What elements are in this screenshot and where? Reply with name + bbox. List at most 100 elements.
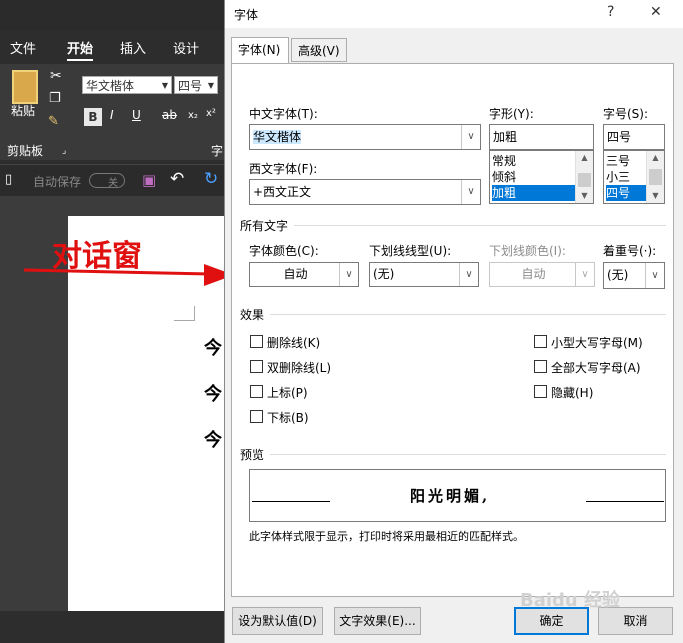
effects-label: 效果	[240, 308, 265, 322]
west-font-combo[interactable]: +西文正文 ∨	[249, 179, 481, 205]
new-document-icon[interactable]: ▯	[5, 172, 12, 187]
chevron-down-icon: ▼	[207, 81, 214, 90]
dialog-launcher-icon[interactable]: ⌟	[62, 146, 66, 156]
save-icon[interactable]: ▣	[142, 171, 156, 189]
cn-font-combo[interactable]: 华文楷体 ∨	[249, 124, 481, 150]
size-input[interactable]: 四号	[603, 124, 665, 150]
tab-font[interactable]: 字体(N)	[231, 37, 289, 63]
underline-color-value: 自动	[521, 267, 546, 281]
format-painter-icon[interactable]: ✎	[48, 114, 59, 129]
style-option-selected[interactable]: 加粗	[492, 185, 575, 201]
underline-color-combo[interactable]: 自动 ∨	[489, 262, 595, 287]
cn-font-label: 中文字体(T):	[249, 107, 318, 121]
paste-icon[interactable]	[12, 70, 38, 104]
chevron-down-icon: ∨	[459, 263, 478, 286]
text-effects-button[interactable]: 文字效果(E)...	[334, 607, 421, 635]
preview-baseline-left	[252, 501, 330, 502]
emphasis-combo[interactable]: (无) ∨	[603, 262, 665, 289]
ribbon: 粘贴 ✂ ❐ ✎ 剪贴板 ⌟ 华文楷体 ▼ 四号 ▼ B I U ab x₂ x…	[0, 64, 224, 160]
all-caps-checkbox[interactable]	[534, 360, 547, 373]
font-name-box[interactable]: 华文楷体 ▼	[82, 76, 172, 94]
doc-line: 今	[204, 338, 222, 359]
size-option[interactable]: 小三	[606, 169, 630, 185]
autosave-toggle[interactable]: 关	[89, 173, 125, 189]
style-value: 加粗	[493, 130, 518, 144]
hidden-label[interactable]: 隐藏(H)	[551, 384, 593, 401]
scroll-down-icon[interactable]: ▼	[647, 189, 664, 203]
size-label: 字号(S):	[603, 107, 649, 121]
underline-button[interactable]: U	[132, 108, 141, 122]
strikethrough-button[interactable]: ab	[162, 108, 177, 122]
emphasis-label: 着重号(·):	[603, 244, 657, 258]
strikethrough-label[interactable]: 删除线(K)	[267, 334, 320, 351]
style-option[interactable]: 倾斜	[492, 169, 516, 185]
underline-color-label: 下划线颜色(I):	[489, 244, 566, 258]
subscript-checkbox[interactable]	[250, 410, 263, 423]
font-size-value: 四号	[178, 79, 203, 93]
size-option[interactable]: 三号	[606, 153, 630, 169]
scroll-thumb[interactable]	[649, 169, 662, 185]
menu-insert[interactable]: 插入	[120, 38, 146, 57]
underline-style-combo[interactable]: (无) ∨	[369, 262, 479, 287]
double-strikethrough-label[interactable]: 双删除线(L)	[267, 359, 331, 376]
undo-icon[interactable]: ↶	[170, 169, 184, 189]
font-color-combo[interactable]: 自动 ∨	[249, 262, 359, 287]
style-option[interactable]: 常规	[492, 153, 516, 169]
font-size-box[interactable]: 四号 ▼	[174, 76, 218, 94]
italic-button[interactable]: I	[110, 108, 114, 122]
paste-label[interactable]: 粘贴	[11, 102, 35, 119]
style-label: 字形(Y):	[489, 107, 534, 121]
menu-file[interactable]: 文件	[10, 38, 36, 57]
all-caps-label[interactable]: 全部大写字母(A)	[551, 359, 641, 376]
cut-icon[interactable]: ✂	[50, 68, 62, 84]
chevron-down-icon: ∨	[339, 263, 358, 286]
hidden-checkbox[interactable]	[534, 385, 547, 398]
small-caps-label[interactable]: 小型大写字母(M)	[551, 334, 643, 351]
superscript-label[interactable]: 上标(P)	[267, 384, 308, 401]
small-caps-checkbox[interactable]	[534, 335, 547, 348]
scroll-down-icon[interactable]: ▼	[576, 189, 593, 203]
scroll-up-icon[interactable]: ▲	[576, 151, 593, 165]
cn-font-value: 华文楷体	[253, 130, 302, 144]
preview-label: 预览	[240, 448, 265, 462]
superscript-button[interactable]: x²	[206, 108, 216, 119]
copy-icon[interactable]: ❐	[49, 91, 61, 106]
separator	[294, 225, 666, 226]
close-icon[interactable]: ✕	[650, 4, 662, 20]
style-scrollbar[interactable]: ▲ ▼	[575, 151, 593, 203]
size-option-selected[interactable]: 四号	[606, 185, 646, 201]
scroll-thumb[interactable]	[578, 173, 591, 187]
chevron-down-icon: ▼	[161, 81, 168, 90]
autosave-label: 自动保存	[33, 175, 82, 189]
bold-button[interactable]: B	[84, 108, 102, 126]
scroll-up-icon[interactable]: ▲	[647, 151, 664, 165]
underline-style-value: (无)	[373, 267, 395, 281]
doc-line: 今	[204, 430, 222, 451]
tab-advanced[interactable]: 高级(V)	[291, 38, 347, 62]
size-listbox[interactable]: 三号 小三 四号 ▲ ▼	[603, 150, 665, 204]
redo-icon[interactable]: ↻	[204, 169, 218, 189]
double-strikethrough-checkbox[interactable]	[250, 360, 263, 373]
subscript-button[interactable]: x₂	[188, 110, 198, 121]
style-input[interactable]: 加粗	[489, 124, 594, 150]
clipboard-group-label: 剪贴板	[7, 144, 44, 158]
dialog-title: 字体	[234, 8, 259, 22]
preview-text: 阳光明媚,	[410, 487, 491, 505]
font-tab-panel: 中文字体(T): 华文楷体 ∨ 西文字体(F): +西文正文 ∨ 字形(Y): …	[231, 63, 674, 597]
menu-design[interactable]: 设计	[173, 38, 199, 57]
menu-home[interactable]: 开始	[67, 38, 94, 61]
subscript-label[interactable]: 下标(B)	[267, 409, 309, 426]
superscript-checkbox[interactable]	[250, 385, 263, 398]
chevron-down-icon: ∨	[461, 125, 480, 149]
doc-line: 今	[204, 384, 222, 405]
west-font-label: 西文字体(F):	[249, 162, 318, 176]
set-default-button[interactable]: 设为默认值(D)	[232, 607, 323, 635]
help-icon[interactable]: ?	[607, 4, 614, 20]
separator	[270, 314, 666, 315]
watermark: Baidu 经验	[520, 590, 621, 611]
style-listbox[interactable]: 常规 倾斜 加粗 ▲ ▼	[489, 150, 594, 204]
separator	[270, 454, 666, 455]
size-scrollbar[interactable]: ▲ ▼	[646, 151, 664, 203]
all-text-label: 所有文字	[240, 219, 289, 233]
strikethrough-checkbox[interactable]	[250, 335, 263, 348]
